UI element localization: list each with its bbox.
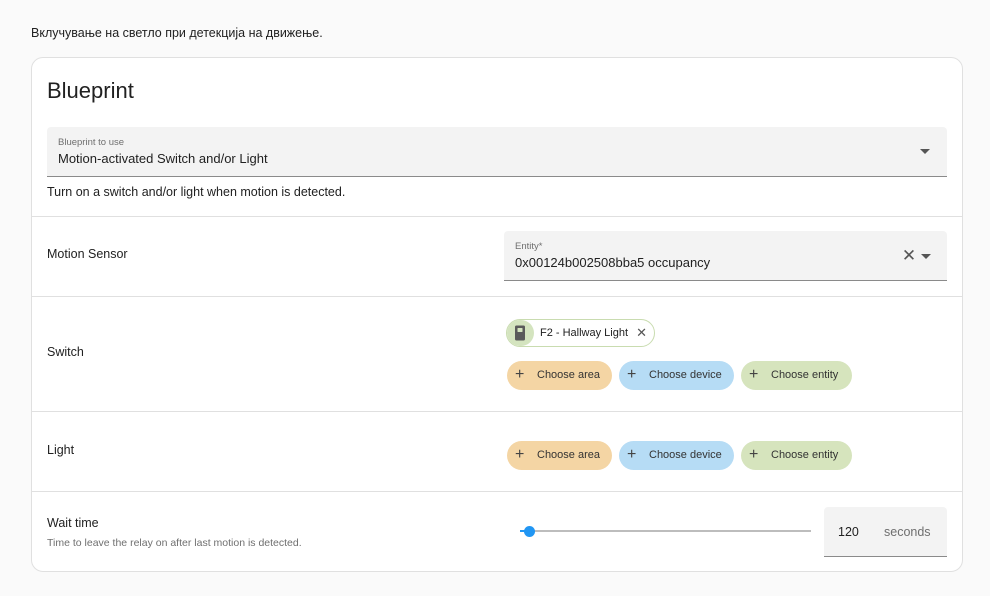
plus-icon: + bbox=[627, 366, 637, 383]
pill-label: Choose device bbox=[649, 449, 722, 461]
pill-label: Choose entity bbox=[771, 369, 839, 381]
blueprint-select[interactable]: Blueprint to use Motion-activated Switch… bbox=[47, 127, 947, 177]
divider bbox=[32, 411, 962, 412]
wait-time-description: Time to leave the relay on after last mo… bbox=[47, 537, 302, 549]
wait-time-number-input[interactable]: 120 seconds bbox=[824, 507, 947, 557]
light-label: Light bbox=[47, 443, 75, 457]
motion-sensor-entity-picker[interactable]: Entity* 0x00124b002508bba5 occupancy ✕ bbox=[504, 231, 947, 281]
entity-field-value: 0x00124b002508bba5 occupancy bbox=[515, 255, 711, 270]
chevron-down-icon[interactable] bbox=[921, 254, 931, 259]
pill-label: Choose area bbox=[537, 369, 600, 381]
switch-label: Switch bbox=[47, 345, 84, 359]
wait-time-slider-track[interactable] bbox=[520, 530, 811, 532]
card-title: Blueprint bbox=[47, 78, 134, 103]
close-icon[interactable]: ✕ bbox=[636, 326, 647, 340]
chip-label: F2 - Hallway Light bbox=[540, 327, 629, 339]
blueprint-card: Blueprint Blueprint to use Motion-activa… bbox=[31, 57, 963, 572]
pill-label: Choose area bbox=[537, 449, 600, 461]
close-icon[interactable]: ✕ bbox=[901, 247, 917, 264]
light-switch-icon bbox=[507, 320, 534, 346]
wait-time-label: Wait time bbox=[47, 516, 99, 530]
plus-icon: + bbox=[515, 446, 525, 463]
pill-label: Choose device bbox=[649, 369, 722, 381]
switch-choose-device-button[interactable]: + Choose device bbox=[619, 361, 734, 390]
light-choose-entity-button[interactable]: + Choose entity bbox=[741, 441, 852, 470]
blueprint-description: Turn on a switch and/or light when motio… bbox=[47, 185, 346, 199]
plus-icon: + bbox=[627, 446, 637, 463]
selected-entity-chip[interactable]: F2 - Hallway Light ✕ bbox=[506, 319, 655, 347]
blueprint-select-label: Blueprint to use bbox=[58, 137, 125, 148]
blueprint-select-value: Motion-activated Switch and/or Light bbox=[58, 151, 268, 166]
automation-description: Вклучување на светло при детекција на дв… bbox=[31, 26, 323, 40]
divider bbox=[32, 491, 962, 492]
light-choose-area-button[interactable]: + Choose area bbox=[507, 441, 612, 470]
plus-icon: + bbox=[515, 366, 525, 383]
divider bbox=[32, 216, 962, 217]
switch-choose-entity-button[interactable]: + Choose entity bbox=[741, 361, 852, 390]
divider bbox=[32, 296, 962, 297]
entity-field-label: Entity* bbox=[515, 241, 543, 252]
motion-sensor-label: Motion Sensor bbox=[47, 247, 128, 261]
wait-time-value: 120 bbox=[838, 525, 859, 539]
wait-time-unit: seconds bbox=[884, 525, 931, 539]
plus-icon: + bbox=[749, 366, 759, 383]
light-choose-device-button[interactable]: + Choose device bbox=[619, 441, 734, 470]
switch-choose-area-button[interactable]: + Choose area bbox=[507, 361, 612, 390]
plus-icon: + bbox=[749, 446, 759, 463]
pill-label: Choose entity bbox=[771, 449, 839, 461]
wait-time-slider-thumb[interactable] bbox=[523, 526, 535, 537]
chevron-down-icon[interactable] bbox=[920, 149, 930, 154]
